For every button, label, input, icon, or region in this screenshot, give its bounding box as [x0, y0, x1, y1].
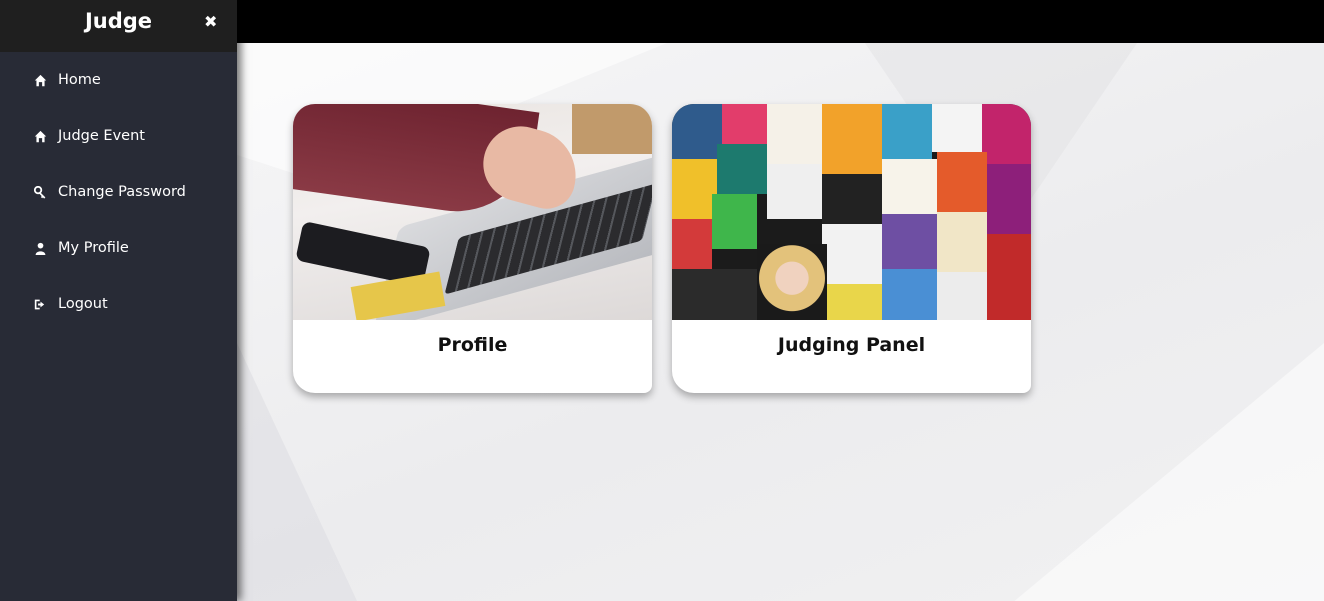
sidebar-item-logout[interactable]: Logout: [34, 292, 108, 316]
key-icon: [34, 185, 52, 199]
sign-out-icon: [34, 297, 52, 311]
home-icon: [34, 129, 52, 143]
sidebar: Judge ✖ Home Judge Event Change Password…: [0, 0, 237, 601]
sidebar-item-label: My Profile: [58, 240, 129, 256]
sidebar-item-change-password[interactable]: Change Password: [34, 180, 186, 204]
sidebar-item-home[interactable]: Home: [34, 68, 101, 92]
sidebar-item-label: Logout: [58, 296, 108, 312]
sidebar-item-label: Change Password: [58, 184, 186, 200]
sidebar-item-label: Home: [58, 72, 101, 88]
card-title: Judging Panel: [777, 334, 926, 356]
user-icon: [34, 241, 52, 255]
laptop-photo: [293, 104, 652, 320]
sidebar-title: Judge: [84, 9, 153, 33]
top-bar: [237, 0, 1324, 43]
judging-panel-card[interactable]: Judging Panel: [672, 104, 1031, 393]
card-title: Profile: [437, 334, 508, 356]
close-sidebar-button[interactable]: ✖: [204, 13, 217, 31]
profile-card[interactable]: Profile: [293, 104, 652, 393]
sidebar-item-label: Judge Event: [58, 128, 145, 144]
sidebar-header: Judge ✖: [0, 0, 237, 52]
home-icon: [34, 73, 52, 87]
poster-collage-photo: [672, 104, 1031, 320]
sidebar-item-judge-event[interactable]: Judge Event: [34, 124, 145, 148]
sidebar-item-my-profile[interactable]: My Profile: [34, 236, 129, 260]
